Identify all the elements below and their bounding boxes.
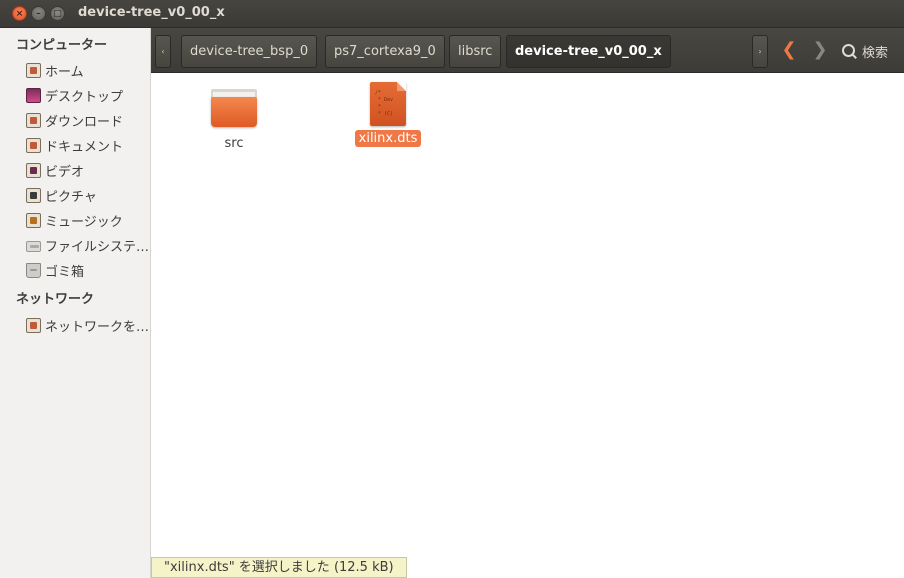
sidebar-item-label: ファイルシステ…: [45, 239, 150, 255]
sidebar-item-label: デスクトップ: [45, 89, 124, 105]
sidebar-item-label: ネットワークを…: [45, 319, 150, 335]
status-bar: "xilinx.dts" を選択しました (12.5 kB): [151, 557, 407, 578]
breadcrumb-ps7-cortexa9[interactable]: ps7_cortexa9_0: [325, 35, 445, 68]
documents-folder-icon: [26, 137, 41, 153]
trash-icon: [26, 262, 41, 278]
text-document-icon: /* * Dev * * (C): [370, 82, 406, 126]
search-button[interactable]: 検索: [842, 41, 888, 61]
back-button[interactable]: ❮: [777, 38, 801, 64]
breadcrumb-device-tree-v0[interactable]: device-tree_v0_00_x: [506, 35, 671, 68]
sidebar-item-pictures[interactable]: ピクチャ: [26, 184, 150, 206]
sidebar-header-computer: コンピューター: [16, 38, 108, 53]
sidebar-item-label: ホーム: [45, 64, 84, 80]
sidebar-item-label: ビデオ: [45, 164, 85, 180]
sidebar-item-label: ドキュメント: [45, 139, 124, 155]
toolbar: ‹ device-tree_bsp_0 ps7_cortexa9_0 libsr…: [151, 28, 904, 73]
filesystem-drive-icon: [26, 240, 41, 252]
home-folder-icon: [26, 62, 41, 78]
folder-icon: [211, 89, 257, 127]
search-label: 検索: [862, 45, 889, 61]
sidebar-item-downloads[interactable]: ダウンロード: [26, 109, 150, 131]
sidebar-item-browse-network[interactable]: ネットワークを…: [26, 314, 150, 336]
document-preview-text: /* * Dev * * (C): [375, 90, 394, 117]
sidebar-item-filesystem[interactable]: ファイルシステ…: [26, 234, 150, 256]
file-name-label: xilinx.dts: [354, 130, 422, 147]
file-item-xilinx-dts[interactable]: /* * Dev * * (C) xilinx.dts: [343, 82, 433, 147]
sidebar-header-network: ネットワーク: [16, 292, 95, 307]
title-bar: × – □ device-tree_v0_00_x: [0, 0, 904, 28]
window-minimize-button[interactable]: –: [31, 6, 46, 21]
forward-button[interactable]: ❯: [808, 38, 832, 64]
music-folder-icon: [26, 212, 41, 228]
pictures-folder-icon: [26, 187, 41, 203]
breadcrumb-libsrc[interactable]: libsrc: [449, 35, 502, 68]
window-maximize-button[interactable]: □: [50, 6, 65, 21]
file-name-label: src: [224, 136, 244, 151]
sidebar-item-home[interactable]: ホーム: [26, 59, 150, 81]
sidebar-item-desktop[interactable]: デスクトップ: [26, 84, 150, 106]
file-item-src[interactable]: src: [189, 89, 279, 152]
sidebar-item-label: ピクチャ: [45, 189, 97, 205]
sidebar: コンピューター ホーム デスクトップ ダウンロード ドキュメント ビデオ ピクチ…: [0, 28, 151, 578]
sidebar-item-trash[interactable]: ゴミ箱: [26, 259, 150, 281]
window-title: device-tree_v0_00_x: [78, 5, 225, 20]
sidebar-item-videos[interactable]: ビデオ: [26, 159, 150, 181]
sidebar-item-music[interactable]: ミュージック: [26, 209, 150, 231]
network-folder-icon: [26, 317, 41, 333]
breadcrumb-scroll-right-button[interactable]: ›: [752, 35, 768, 68]
breadcrumb-scroll-left-button[interactable]: ‹: [155, 35, 171, 68]
breadcrumb-device-tree-bsp[interactable]: device-tree_bsp_0: [181, 35, 318, 68]
videos-folder-icon: [26, 162, 41, 178]
sidebar-item-label: ダウンロード: [45, 114, 124, 130]
sidebar-item-label: ゴミ箱: [45, 264, 85, 280]
file-view[interactable]: src /* * Dev * * (C) xilinx.dts: [151, 73, 904, 578]
downloads-folder-icon: [26, 112, 41, 128]
sidebar-item-label: ミュージック: [45, 214, 123, 230]
search-icon: [842, 43, 857, 59]
sidebar-item-documents[interactable]: ドキュメント: [26, 134, 150, 156]
desktop-icon: [26, 87, 41, 103]
window-close-button[interactable]: ×: [12, 6, 27, 21]
